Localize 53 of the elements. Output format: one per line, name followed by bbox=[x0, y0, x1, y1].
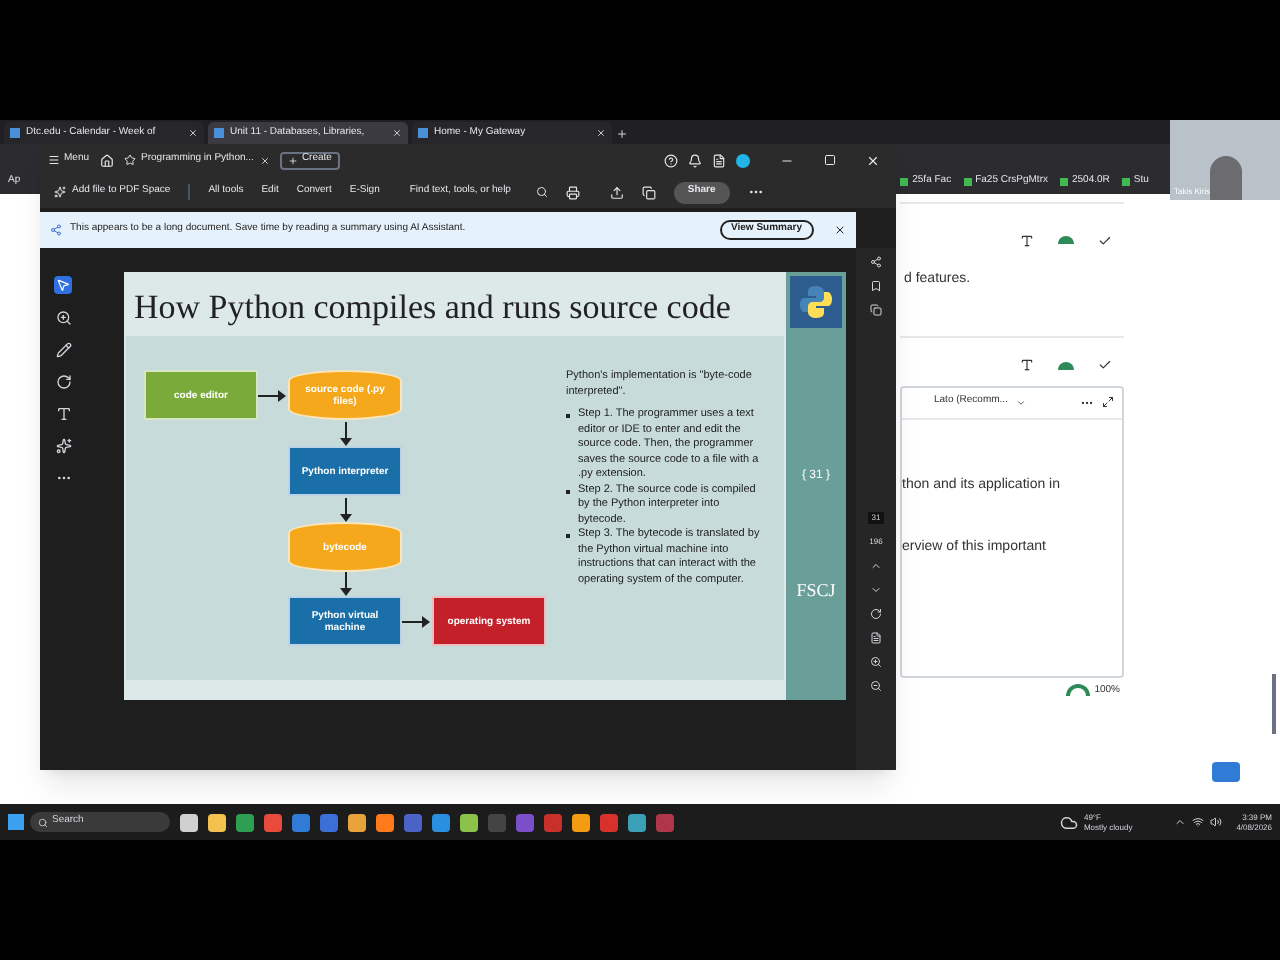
bookmark-icon[interactable] bbox=[870, 280, 882, 292]
gauge-icon bbox=[1058, 236, 1074, 244]
college-logo: FSCJ bbox=[796, 578, 836, 604]
zoom-in-icon[interactable] bbox=[870, 656, 882, 668]
arrow bbox=[339, 572, 351, 596]
pages-icon[interactable] bbox=[870, 304, 882, 316]
python-logo-icon bbox=[790, 276, 842, 328]
help-icon[interactable] bbox=[664, 153, 678, 167]
upload-icon[interactable] bbox=[609, 185, 624, 199]
arrow bbox=[339, 421, 351, 445]
bell-icon[interactable] bbox=[688, 153, 702, 167]
document-icon[interactable] bbox=[712, 153, 726, 167]
pencil-tool[interactable] bbox=[55, 342, 71, 358]
plus-icon bbox=[287, 155, 298, 165]
gauge-icon bbox=[1058, 361, 1074, 369]
font-size-icon[interactable] bbox=[1020, 358, 1034, 372]
share-icon[interactable] bbox=[870, 256, 882, 268]
select-tool[interactable] bbox=[54, 276, 72, 294]
arrow bbox=[402, 615, 430, 627]
printer-icon[interactable] bbox=[565, 185, 580, 199]
previous-page-icon[interactable] bbox=[870, 560, 882, 572]
check-icon[interactable] bbox=[1098, 233, 1112, 247]
text-tool[interactable] bbox=[55, 406, 71, 422]
arrow bbox=[258, 389, 286, 401]
menu-icon bbox=[48, 154, 60, 166]
check-icon[interactable] bbox=[1098, 358, 1112, 372]
profile-icon[interactable] bbox=[736, 153, 750, 167]
next-page-icon[interactable] bbox=[870, 584, 882, 596]
speaker-icon[interactable] bbox=[1210, 816, 1223, 828]
rotate-icon[interactable] bbox=[870, 608, 882, 620]
search-icon bbox=[535, 186, 548, 198]
sparkle-icon bbox=[54, 186, 66, 198]
star-icon bbox=[123, 154, 136, 166]
slide-title: How Python compiles and runs source code bbox=[132, 286, 733, 328]
person-silhouette bbox=[1209, 156, 1241, 200]
home-icon[interactable] bbox=[99, 153, 114, 167]
zoom-tool[interactable] bbox=[55, 310, 71, 326]
caret-icon bbox=[1015, 397, 1026, 407]
zoom-out-icon[interactable] bbox=[870, 680, 882, 692]
gauge-icon bbox=[1066, 684, 1091, 697]
caret-icon[interactable] bbox=[1174, 816, 1187, 828]
document-icon[interactable] bbox=[870, 632, 882, 644]
wifi-icon[interactable] bbox=[1192, 816, 1205, 828]
search-icon bbox=[38, 817, 48, 827]
cloud-icon bbox=[1059, 813, 1078, 831]
chat-icon[interactable] bbox=[1212, 762, 1240, 782]
maximize-icon[interactable] bbox=[824, 154, 836, 166]
copy-icon[interactable] bbox=[641, 185, 656, 199]
new-tab-icon[interactable] bbox=[616, 128, 628, 140]
arrow bbox=[339, 497, 351, 521]
scrollbar[interactable] bbox=[1272, 674, 1276, 734]
font-size-icon[interactable] bbox=[1020, 233, 1034, 247]
close-icon[interactable] bbox=[834, 224, 846, 236]
